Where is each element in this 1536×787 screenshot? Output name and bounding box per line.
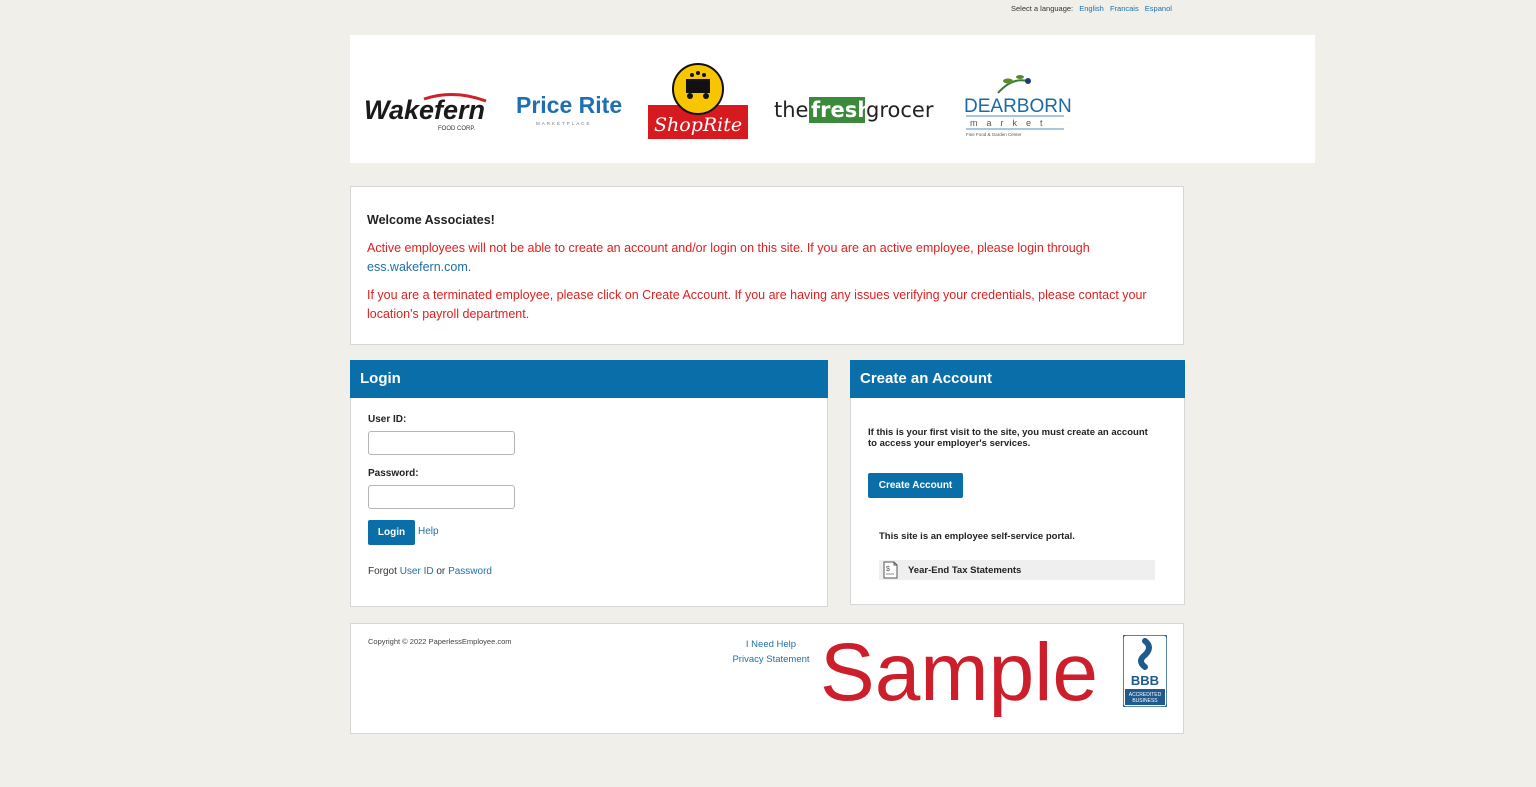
forgot-password-link[interactable]: Password <box>448 566 492 577</box>
footer: Copyright © 2022 PaperlessEmployee.com I… <box>350 623 1184 734</box>
user-id-label: User ID: <box>368 414 407 425</box>
welcome-notice: Welcome Associates! Active employees wil… <box>350 186 1184 345</box>
tax-document-icon: $ <box>883 561 898 579</box>
password-label: Password: <box>368 468 419 479</box>
wakefern-logo-sub: FOOD CORP. <box>438 126 476 132</box>
tax-statements-label: Year-End Tax Statements <box>908 564 1022 576</box>
logo-banner: Wakefern FOOD CORP. Price Rite MARKETPLA… <box>350 35 1315 163</box>
wakefern-logo: Wakefern FOOD CORP. <box>364 92 487 132</box>
login-help-link[interactable]: Help <box>418 526 439 537</box>
bbb-text: BBB <box>1131 673 1159 688</box>
fresh-grocer-logo: the fresh grocer <box>774 97 934 123</box>
sample-watermark: Sample <box>820 627 1099 718</box>
shoprite-logo: ShopRite <box>648 63 748 139</box>
fresh-grocer-logo-mid: fresh <box>811 98 872 122</box>
active-employee-notice-text: Active employees will not be able to cre… <box>367 241 1090 255</box>
dearborn-logo-tag: Fine Food & Garden Center <box>966 132 1022 137</box>
copyright-text: Copyright © 2022 PaperlessEmployee.com <box>368 637 512 646</box>
language-option-francais[interactable]: Francais <box>1110 4 1139 13</box>
dearborn-logo-sub: market <box>970 118 1052 128</box>
bbb-sub2: BUSINESS <box>1132 698 1158 704</box>
fresh-grocer-logo-post: grocer <box>866 98 934 122</box>
forgot-prefix: Forgot <box>368 566 397 577</box>
bbb-accredited-badge[interactable]: BBB ACCREDITED BUSINESS <box>1123 635 1167 707</box>
login-panel: Login User ID: Password: Login Help Forg… <box>350 360 828 607</box>
active-employee-notice-end: . <box>467 260 472 274</box>
forgot-or: or <box>436 566 446 577</box>
forgot-credentials: Forgot User ID or Password <box>368 566 492 577</box>
create-account-button[interactable]: Create Account <box>868 473 963 498</box>
language-selector: Select a language: English Francais Espa… <box>1011 4 1172 13</box>
forgot-user-id-link[interactable]: User ID <box>400 566 434 577</box>
language-option-english[interactable]: English <box>1079 4 1104 13</box>
create-account-description: If this is your first visit to the site,… <box>868 427 1148 449</box>
shoprite-logo-text: ShopRite <box>654 114 742 136</box>
language-option-espanol[interactable]: Espanol <box>1145 4 1172 13</box>
active-employee-notice: Active employees will not be able to cre… <box>367 239 1167 277</box>
price-rite-logo-text: Price Rite <box>516 92 622 118</box>
password-input[interactable] <box>368 485 515 509</box>
login-panel-title: Login <box>350 360 828 398</box>
dearborn-logo-text: DEARBORN <box>964 96 1072 117</box>
price-rite-logo: Price Rite MARKETPLACE <box>516 92 622 126</box>
year-end-tax-statements-item: $ Year-End Tax Statements <box>879 560 1155 580</box>
welcome-title: Welcome Associates! <box>367 213 495 227</box>
wakefern-logo-text: Wakefern <box>364 95 485 125</box>
terminated-employee-notice: If you are a terminated employee, please… <box>367 288 1147 321</box>
footer-links: I Need Help Privacy Statement <box>725 637 817 667</box>
portal-note: This site is an employee self-service po… <box>879 531 1075 542</box>
ess-wakefern-link[interactable]: ess.wakefern.com <box>367 260 468 274</box>
price-rite-logo-sub: MARKETPLACE <box>536 121 592 126</box>
create-account-panel-title: Create an Account <box>850 360 1185 398</box>
login-button[interactable]: Login <box>368 520 415 545</box>
language-prompt: Select a language: <box>1011 4 1074 13</box>
need-help-link[interactable]: I Need Help <box>725 637 817 652</box>
svg-text:$: $ <box>886 566 890 573</box>
create-account-panel: Create an Account If this is your first … <box>850 360 1185 605</box>
fresh-grocer-logo-pre: the <box>774 98 808 122</box>
user-id-input[interactable] <box>368 431 515 455</box>
dearborn-market-logo: DEARBORN market Fine Food & Garden Cente… <box>964 75 1072 137</box>
privacy-statement-link[interactable]: Privacy Statement <box>725 652 817 667</box>
